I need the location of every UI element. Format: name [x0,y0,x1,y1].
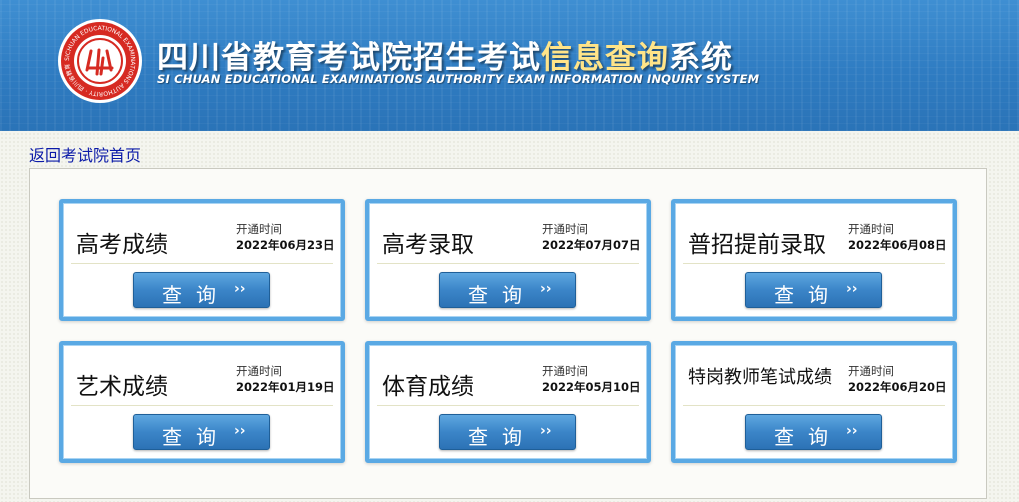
query-panel: 高考成绩 开通时间 2022年06月23日 查询 ›› 高考录取 开通时间 20… [29,168,987,499]
card-title: 特岗教师笔试成绩 [688,367,832,388]
card-title: 高考成绩 [76,232,168,258]
open-time-label: 开通时间 [848,222,894,236]
card-title: 体育成绩 [382,374,474,400]
site-title-part1: 四川省教育考试院招生考试 [157,40,541,76]
site-title-highlight: 信息查询 [541,40,669,76]
double-chevron-right-icon: ›› [234,423,246,439]
card-title: 艺术成绩 [76,374,168,400]
card-divider [377,405,639,406]
double-chevron-right-icon: ›› [540,423,552,439]
back-to-homepage-link[interactable]: 返回考试院首页 [29,142,141,166]
query-button-label: 查询 [774,283,842,307]
card-divider [377,263,639,264]
exam-authority-logo-icon: SICHUAN EDUCATIONAL EXAMINATIONS AUTHORI… [57,18,142,103]
card-title: 高考录取 [382,232,474,258]
query-button-label: 查询 [162,425,230,449]
query-button[interactable]: 查询 ›› [439,272,576,308]
double-chevron-right-icon: ›› [846,423,858,439]
double-chevron-right-icon: ›› [234,281,246,297]
open-time-label: 开通时间 [848,364,894,378]
query-card-gaokao-score: 高考成绩 开通时间 2022年06月23日 查询 ›› [59,199,345,321]
query-card-pe-score: 体育成绩 开通时间 2022年05月10日 查询 ›› [365,341,651,463]
open-time-date: 2022年01月19日 [236,380,335,394]
query-button[interactable]: 查询 ›› [745,414,882,450]
open-time-label: 开通时间 [542,222,588,236]
double-chevron-right-icon: ›› [846,281,858,297]
query-button[interactable]: 查询 ›› [745,272,882,308]
query-button[interactable]: 查询 ›› [133,272,270,308]
query-button-label: 查询 [774,425,842,449]
query-card-art-score: 艺术成绩 开通时间 2022年01月19日 查询 ›› [59,341,345,463]
open-time-label: 开通时间 [236,222,282,236]
open-time-date: 2022年06月23日 [236,238,335,252]
open-time-date: 2022年06月08日 [848,238,947,252]
card-divider [683,263,945,264]
query-button-label: 查询 [468,425,536,449]
query-card-gaokao-admission: 高考录取 开通时间 2022年07月07日 查询 ›› [365,199,651,321]
card-divider [71,263,333,264]
query-button-label: 查询 [468,283,536,307]
open-time-date: 2022年06月20日 [848,380,947,394]
query-card-special-teacher-exam-score: 特岗教师笔试成绩 开通时间 2022年06月20日 查询 ›› [671,341,957,463]
double-chevron-right-icon: ›› [540,281,552,297]
open-time-date: 2022年07月07日 [542,238,641,252]
query-button-label: 查询 [162,283,230,307]
site-header: SICHUAN EDUCATIONAL EXAMINATIONS AUTHORI… [0,0,1019,131]
open-time-date: 2022年05月10日 [542,380,641,394]
query-button[interactable]: 查询 ›› [133,414,270,450]
site-title-part2: 系统 [669,40,733,76]
card-divider [683,405,945,406]
card-title: 普招提前录取 [688,232,826,258]
open-time-label: 开通时间 [236,364,282,378]
site-subtitle: SI CHUAN EDUCATIONAL EXAMINATIONS AUTHOR… [157,72,760,86]
open-time-label: 开通时间 [542,364,588,378]
card-divider [71,405,333,406]
query-button[interactable]: 查询 ›› [439,414,576,450]
site-title: 四川省教育考试院招生考试信息查询系统 [157,32,733,77]
query-card-early-admission: 普招提前录取 开通时间 2022年06月08日 查询 ›› [671,199,957,321]
